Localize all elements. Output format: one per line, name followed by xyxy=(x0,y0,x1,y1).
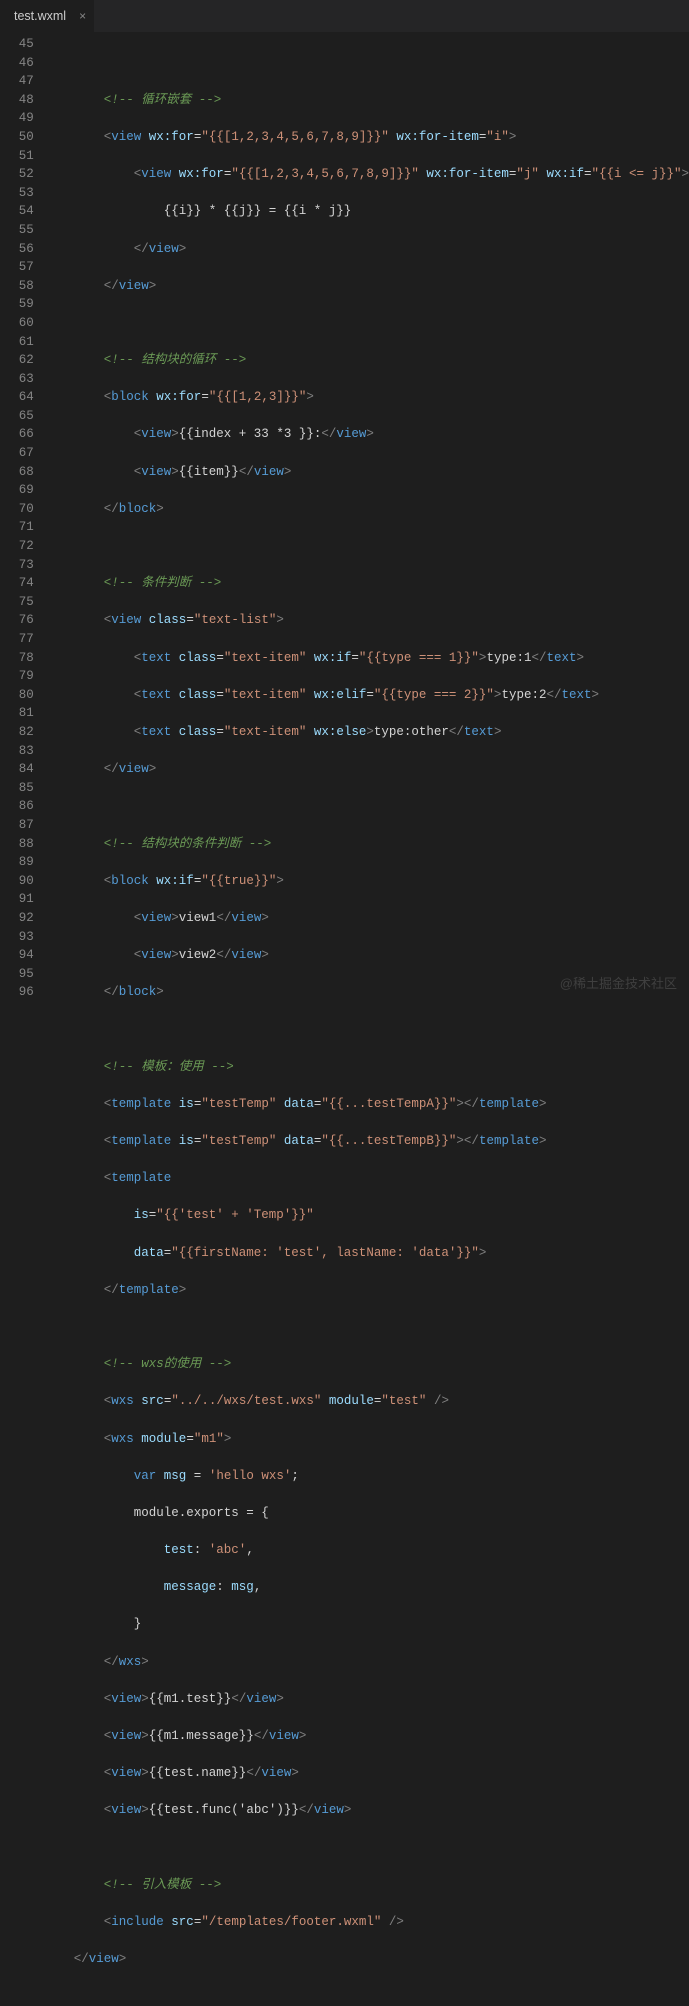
tab-bar: test.wxml × xyxy=(0,0,689,33)
tab-label: test.wxml xyxy=(14,9,66,23)
watermark: @稀土掘金技术社区 xyxy=(560,973,677,992)
editor[interactable]: 4546474849505152535455565758596061626364… xyxy=(0,33,689,1010)
line-numbers: 4546474849505152535455565758596061626364… xyxy=(0,33,44,1010)
close-icon[interactable]: × xyxy=(79,9,86,23)
tab-active[interactable]: test.wxml × xyxy=(0,0,94,32)
code-area[interactable]: <!-- 循环嵌套 --> <view wx:for="{{[1,2,3,4,5… xyxy=(44,33,689,1010)
